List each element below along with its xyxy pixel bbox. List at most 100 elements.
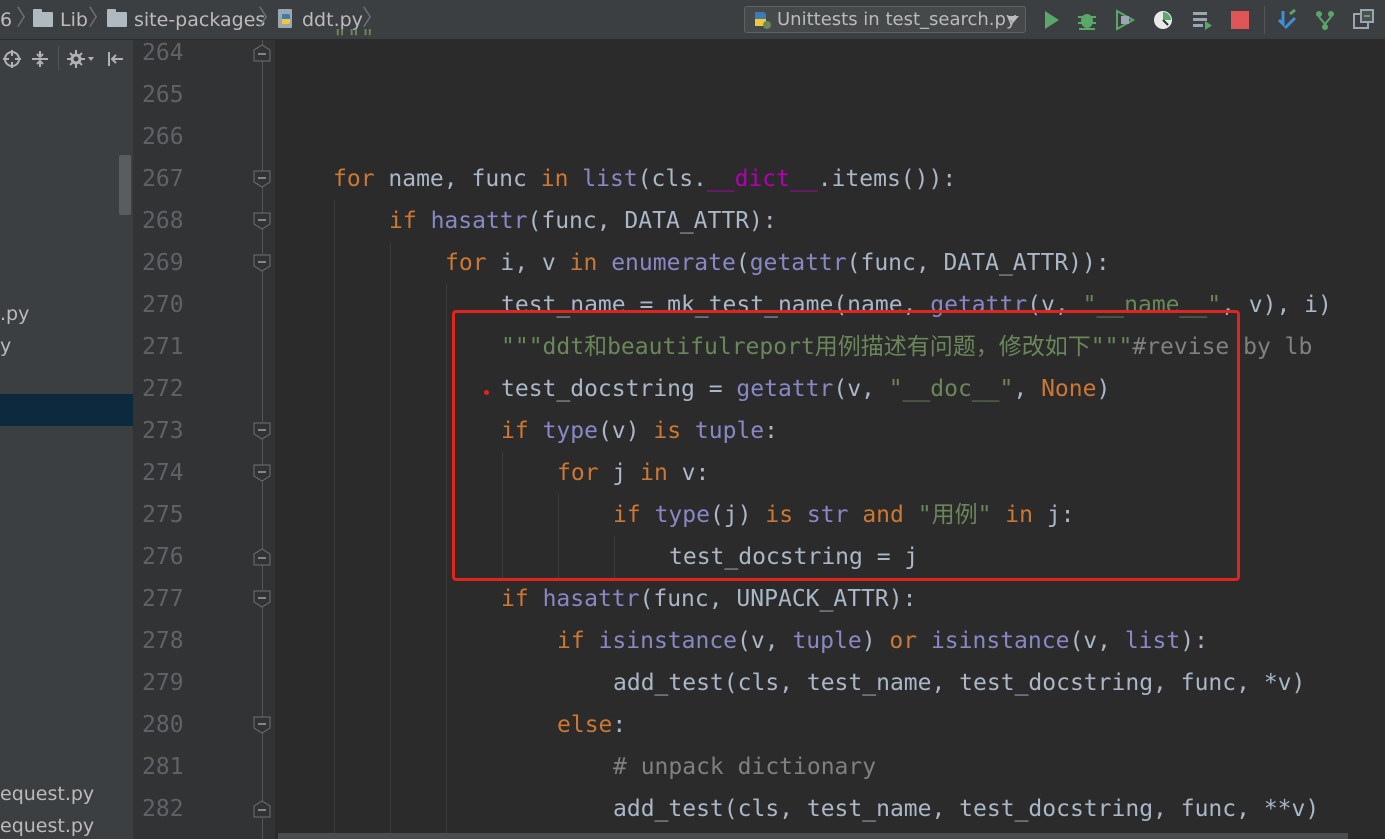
fold-start-icon[interactable] xyxy=(253,212,271,230)
fold-end-icon[interactable] xyxy=(253,800,271,818)
fold-start-icon[interactable] xyxy=(253,716,271,734)
vcs-branches-icon[interactable] xyxy=(1313,8,1337,32)
keyword: if xyxy=(557,628,585,654)
fold-start-icon[interactable] xyxy=(253,464,271,482)
code-text: (v, xyxy=(1069,628,1125,654)
code-text: (func, DATA_ATTR)): xyxy=(846,250,1110,276)
code-text: .items()): xyxy=(817,166,957,192)
fold-start-icon[interactable] xyxy=(253,170,271,188)
keyword: else xyxy=(557,712,613,738)
builtin: enumerate xyxy=(611,250,736,276)
debug-icon[interactable] xyxy=(1075,8,1099,32)
line-number: 264 xyxy=(142,40,184,66)
line-number: 282 xyxy=(142,796,184,822)
code-line-279[interactable]: add_test(cls, test_name, test_docstring,… xyxy=(613,662,1305,704)
fold-start-icon[interactable] xyxy=(253,254,271,272)
line-number: 265 xyxy=(142,82,184,108)
tree-item-selected[interactable] xyxy=(0,394,133,426)
code-text: (func, DATA_ATTR): xyxy=(527,208,777,234)
collapse-all-icon[interactable] xyxy=(30,49,50,69)
code-text: (func, UNPACK_ATTR): xyxy=(639,586,917,612)
comment: # unpack dictionary xyxy=(613,754,877,780)
code-text: ) xyxy=(861,628,890,654)
indent-guide xyxy=(390,242,391,839)
tree-item-file[interactable]: equest.py xyxy=(0,782,94,806)
run-configuration-label: Unittests in test_search.py xyxy=(777,9,1017,30)
breadcrumb-site-packages[interactable]: site-packages xyxy=(134,8,265,32)
docstring-end: """ xyxy=(333,26,375,52)
code-line-277[interactable]: if hasattr(func, UNPACK_ATTR): xyxy=(501,578,916,620)
builtin: hasattr xyxy=(542,586,640,612)
code-line-282[interactable]: add_test(cls, test_name, test_docstring,… xyxy=(613,788,1319,830)
builtin: hasattr xyxy=(430,208,528,234)
code-text: add_test(cls, test_name, test_docstring,… xyxy=(613,796,1320,822)
project-panel-scrollbar[interactable] xyxy=(119,155,131,215)
breadcrumb-lib[interactable]: Lib xyxy=(60,8,88,32)
line-number: 272 xyxy=(142,376,184,402)
line-number: 269 xyxy=(142,250,184,276)
code-text: i, v xyxy=(486,250,570,276)
breadcrumb-python-version[interactable]: 6 xyxy=(0,8,12,32)
code-text: ( xyxy=(735,250,750,276)
tree-item-file[interactable]: equest.py xyxy=(0,814,94,838)
tree-item-file[interactable]: .py xyxy=(0,302,29,326)
indent-guide xyxy=(334,200,335,839)
run-tasks-icon[interactable] xyxy=(1190,8,1214,32)
code-text: : xyxy=(612,712,627,738)
line-number: 266 xyxy=(142,124,184,150)
fold-end-icon[interactable] xyxy=(253,44,271,62)
horizontal-scrollbar[interactable] xyxy=(278,833,1348,839)
indent-guide xyxy=(446,284,447,839)
profile-icon[interactable] xyxy=(1151,8,1175,32)
python-file-icon xyxy=(278,9,292,28)
folder-icon xyxy=(33,9,53,27)
line-number: 271 xyxy=(142,334,184,360)
fold-start-icon[interactable] xyxy=(253,590,271,608)
vcs-changes-icon[interactable] xyxy=(1351,8,1375,32)
navigation-bar: 6 〉 Lib 〉 site-packages 〉 ddt.py 〉 Unitt… xyxy=(0,0,1385,40)
line-number: 277 xyxy=(142,586,184,612)
project-panel-toolbar xyxy=(0,40,133,76)
keyword: if xyxy=(501,586,529,612)
code-text: (cls. xyxy=(637,166,707,192)
builtin: list xyxy=(1124,628,1181,654)
line-number: 275 xyxy=(142,502,184,528)
run-icon[interactable] xyxy=(1039,8,1063,32)
keyword: for xyxy=(445,250,487,276)
stop-icon[interactable] xyxy=(1228,8,1252,32)
line-number: 279 xyxy=(142,670,184,696)
keyword: or xyxy=(889,628,918,654)
hide-panel-icon[interactable] xyxy=(106,49,126,69)
chevron-down-icon xyxy=(1007,16,1019,23)
keyword: for xyxy=(333,166,375,192)
builtin: getattr xyxy=(749,250,847,276)
code-line-278[interactable]: if isinstance(v, tuple) or isinstance(v,… xyxy=(557,620,1208,662)
run-configuration-select[interactable]: Unittests in test_search.py xyxy=(744,6,1026,33)
project-panel: .py y equest.py equest.py xyxy=(0,40,133,839)
target-icon[interactable] xyxy=(2,49,22,69)
code-line-267[interactable]: for name, func in list(cls.__dict__.item… xyxy=(333,158,956,200)
error-marker-icon xyxy=(484,390,489,395)
vcs-update-icon[interactable] xyxy=(1275,8,1299,32)
line-number: 268 xyxy=(142,208,184,234)
code-text: (v, xyxy=(737,628,793,654)
code-line-partial[interactable]: """ xyxy=(333,18,375,60)
fold-end-icon[interactable] xyxy=(253,548,271,566)
code-line-268[interactable]: if hasattr(func, DATA_ATTR): xyxy=(389,200,777,242)
line-number: 280 xyxy=(142,712,184,738)
line-number: 270 xyxy=(142,292,184,318)
gear-icon[interactable] xyxy=(66,49,96,69)
code-text: name, func xyxy=(374,166,541,192)
toolbar-divider xyxy=(1264,6,1265,34)
fold-start-icon[interactable] xyxy=(253,422,271,440)
keyword: in xyxy=(540,166,569,192)
code-line-281[interactable]: # unpack dictionary xyxy=(613,746,876,788)
code-line-280[interactable]: else: xyxy=(557,704,626,746)
code-line-269[interactable]: for i, v in enumerate(getattr(func, DATA… xyxy=(445,242,1110,284)
tree-item-file[interactable]: y xyxy=(0,334,11,358)
coverage-icon[interactable] xyxy=(1113,8,1137,32)
